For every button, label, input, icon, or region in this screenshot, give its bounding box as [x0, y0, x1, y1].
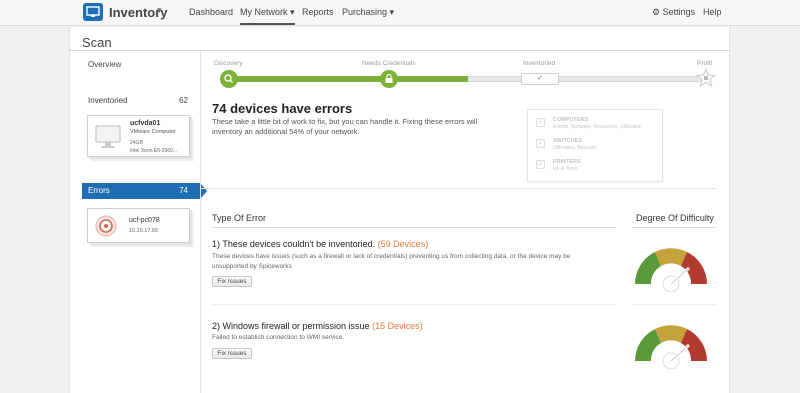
error-description: These devices have issues (such as a fir…	[212, 253, 571, 270]
check-icon: ✓	[536, 160, 545, 169]
credentials-lock-icon	[380, 70, 398, 88]
device-name: ucfvda01	[130, 120, 161, 127]
step-label-profit: Profit	[697, 60, 713, 67]
error-title: 2) Windows firewall or permission issue …	[212, 321, 423, 331]
row-divider	[212, 304, 616, 305]
column-divider	[632, 227, 716, 228]
nav-reports[interactable]: Reports	[302, 7, 334, 17]
column-header-difficulty: Degree Of Difficulty	[636, 213, 714, 223]
section-divider	[200, 188, 716, 189]
inventoried-device-card[interactable]: ucfvda01 VMware Computer 24GB Intel Xeon…	[87, 115, 190, 157]
app-logo-icon[interactable]	[83, 3, 103, 21]
device-ram: 24GB	[130, 140, 143, 146]
inventoried-check-icon: ✓	[521, 73, 559, 85]
discovery-search-icon	[220, 70, 238, 88]
fix-issues-button[interactable]: Fix Issues	[212, 276, 252, 287]
error-title: 1) These devices couldn't be inventoried…	[212, 239, 429, 249]
nav-my-network[interactable]: My Network ▾	[240, 7, 295, 25]
sidebar-item-label: Inventoried	[88, 96, 128, 105]
error-description: Failed to establish connection to WMI se…	[212, 334, 345, 341]
computer-icon	[95, 125, 121, 148]
step-label-needs-credentials: Needs Credentials	[362, 60, 416, 67]
error-device-card[interactable]: ucf-pc078 10.20.17.65	[87, 208, 190, 243]
device-cpu: Intel Xeon E5-2660...	[130, 148, 177, 154]
difficulty-gauge-1	[635, 248, 707, 292]
column-divider	[212, 227, 616, 228]
sidebar-item-label: Overview	[88, 60, 122, 69]
nav-dashboard[interactable]: Dashboard	[189, 7, 233, 17]
sidebar-item-inventoried[interactable]: Inventoried 62	[88, 96, 194, 105]
inventoried-details-panel: ✓ COMPUTERS Events, Software, Resources,…	[527, 109, 663, 182]
profit-star-icon	[696, 68, 716, 88]
error-device-count[interactable]: (59 Devices)	[378, 239, 429, 249]
device-name: ucf-pc078	[129, 217, 160, 224]
fix-issues-button[interactable]: Fix Issues	[212, 348, 252, 359]
inventoried-count: 62	[179, 96, 188, 105]
summary-title: 74 devices have errors	[212, 101, 353, 116]
step-label-discovery: Discovery	[214, 60, 243, 67]
help-link[interactable]: Help	[703, 7, 722, 17]
nav-purchasing[interactable]: Purchasing ▾	[342, 7, 394, 18]
column-header-error-type: Type Of Error	[212, 213, 267, 223]
device-ip: 10.20.17.65	[129, 228, 159, 234]
sidebar-item-overview[interactable]: Overview	[88, 60, 206, 69]
top-navbar: Inventory ▾ Dashboard My Network ▾ Repor…	[0, 0, 800, 26]
error-device-count[interactable]: (15 Devices)	[372, 321, 423, 331]
sidebar-item-errors[interactable]: Errors 74	[82, 183, 207, 199]
sidebar-item-label: Errors	[88, 186, 110, 195]
device-type: VMware Computer	[130, 129, 176, 135]
difficulty-gauge-2	[635, 325, 707, 369]
error-device-icon	[95, 215, 117, 237]
settings-link[interactable]: ⚙ Settings	[652, 7, 695, 18]
check-icon: ✓	[536, 118, 545, 127]
errors-count: 74	[179, 186, 188, 195]
progress-fill	[229, 76, 468, 82]
row-divider	[632, 304, 716, 305]
step-label-inventoried: Inventoried	[523, 60, 556, 67]
check-icon: ✓	[536, 139, 545, 148]
page-title: Scan	[82, 35, 112, 50]
app-menu-caret-icon[interactable]: ▾	[157, 5, 162, 16]
summary-description: These take a little bit of work to fix, …	[212, 117, 478, 136]
